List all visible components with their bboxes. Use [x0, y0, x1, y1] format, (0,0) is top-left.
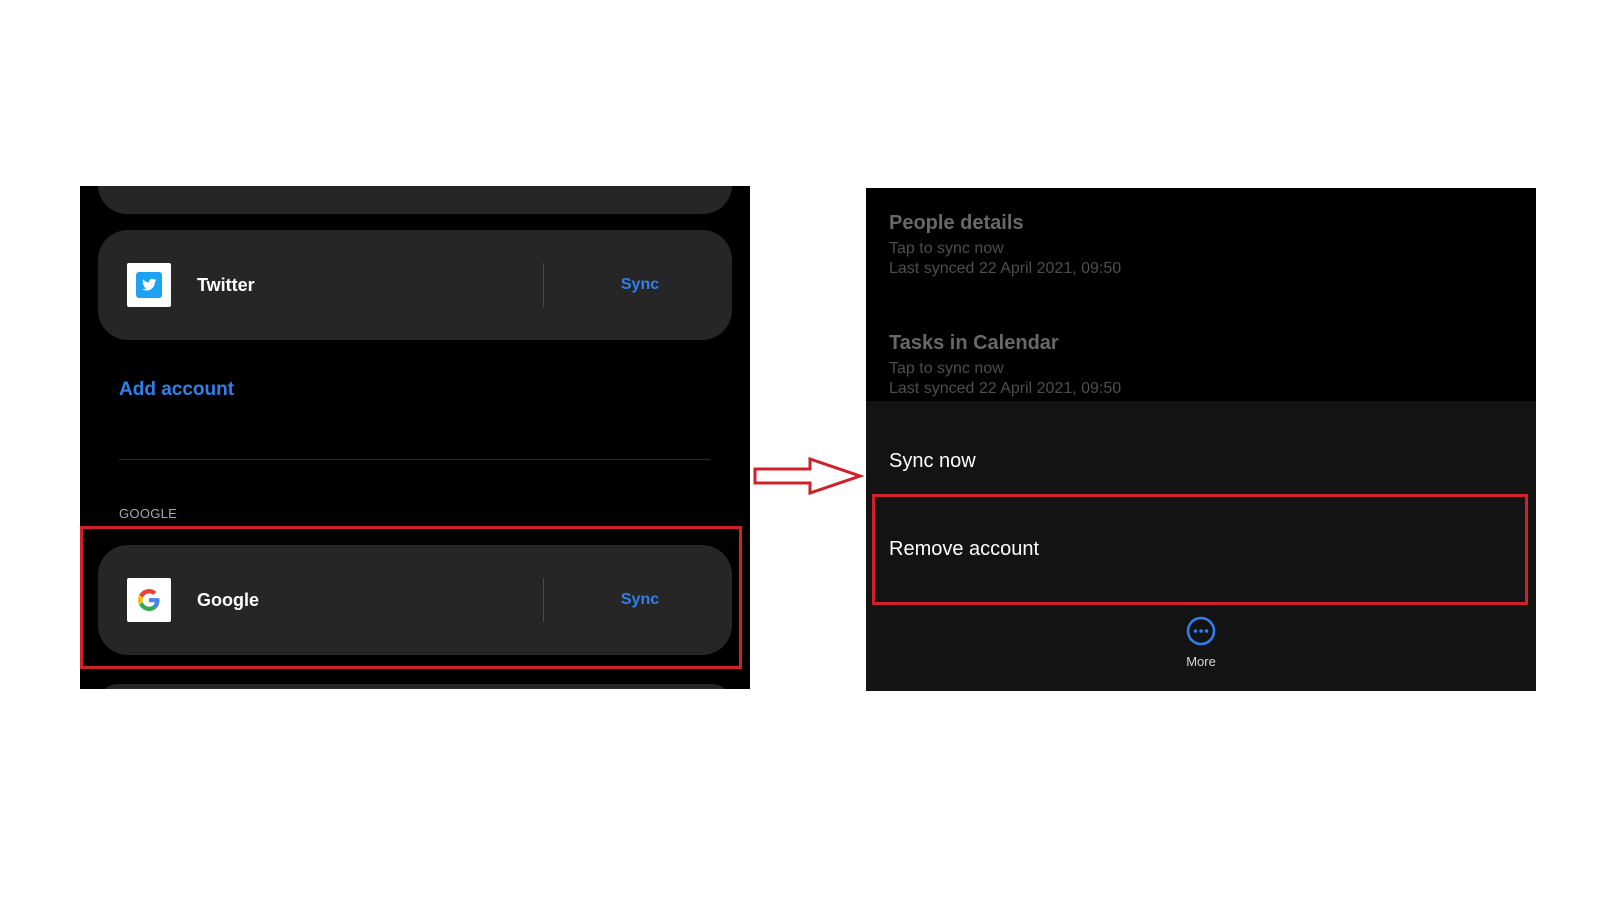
add-account-link[interactable]: Add account: [119, 379, 234, 401]
google-icon: [127, 578, 171, 622]
account-card-partial: [98, 684, 732, 689]
menu-item-remove-account[interactable]: Remove account: [889, 538, 1039, 561]
account-name: Google: [197, 590, 259, 610]
menu-item-sync-now[interactable]: Sync now: [889, 450, 976, 473]
sync-item-people-details[interactable]: People details Tap to sync now Last sync…: [889, 212, 1121, 279]
account-card-google[interactable]: Google Sync: [98, 545, 732, 655]
account-card-partial: [98, 186, 732, 214]
tutorial-figure: Twitter Sync Add account GOOGLE Google S…: [0, 0, 1600, 900]
account-sync-screen: People details Tap to sync now Last sync…: [866, 188, 1536, 691]
accounts-screen: Twitter Sync Add account GOOGLE Google S…: [80, 186, 750, 689]
more-button[interactable]: More: [1151, 615, 1251, 669]
sync-item-last-synced: Last synced 22 April 2021, 09:50: [889, 380, 1122, 397]
divider: [543, 578, 544, 622]
sync-button-google[interactable]: Sync: [548, 545, 732, 655]
section-header-google: GOOGLE: [119, 506, 178, 521]
sync-item-title: Tasks in Calendar: [889, 332, 1059, 354]
arrow-right-icon: [753, 456, 864, 496]
sync-item-title: People details: [889, 212, 1024, 234]
sync-button-twitter[interactable]: Sync: [548, 230, 732, 340]
account-card-twitter[interactable]: Twitter Sync: [98, 230, 732, 340]
more-options-menu: Sync now Remove account More: [866, 401, 1536, 691]
account-name: Twitter: [197, 275, 255, 295]
more-dots-icon: [1186, 616, 1216, 646]
divider: [543, 263, 544, 307]
sync-item-subtitle: Tap to sync now: [889, 360, 1004, 377]
sync-item-last-synced: Last synced 22 April 2021, 09:50: [889, 260, 1122, 277]
sync-item-tasks-in-calendar[interactable]: Tasks in Calendar Tap to sync now Last s…: [889, 332, 1121, 399]
twitter-icon: [127, 263, 171, 307]
divider: [119, 459, 710, 460]
more-label: More: [1186, 654, 1216, 669]
sync-item-subtitle: Tap to sync now: [889, 240, 1004, 257]
